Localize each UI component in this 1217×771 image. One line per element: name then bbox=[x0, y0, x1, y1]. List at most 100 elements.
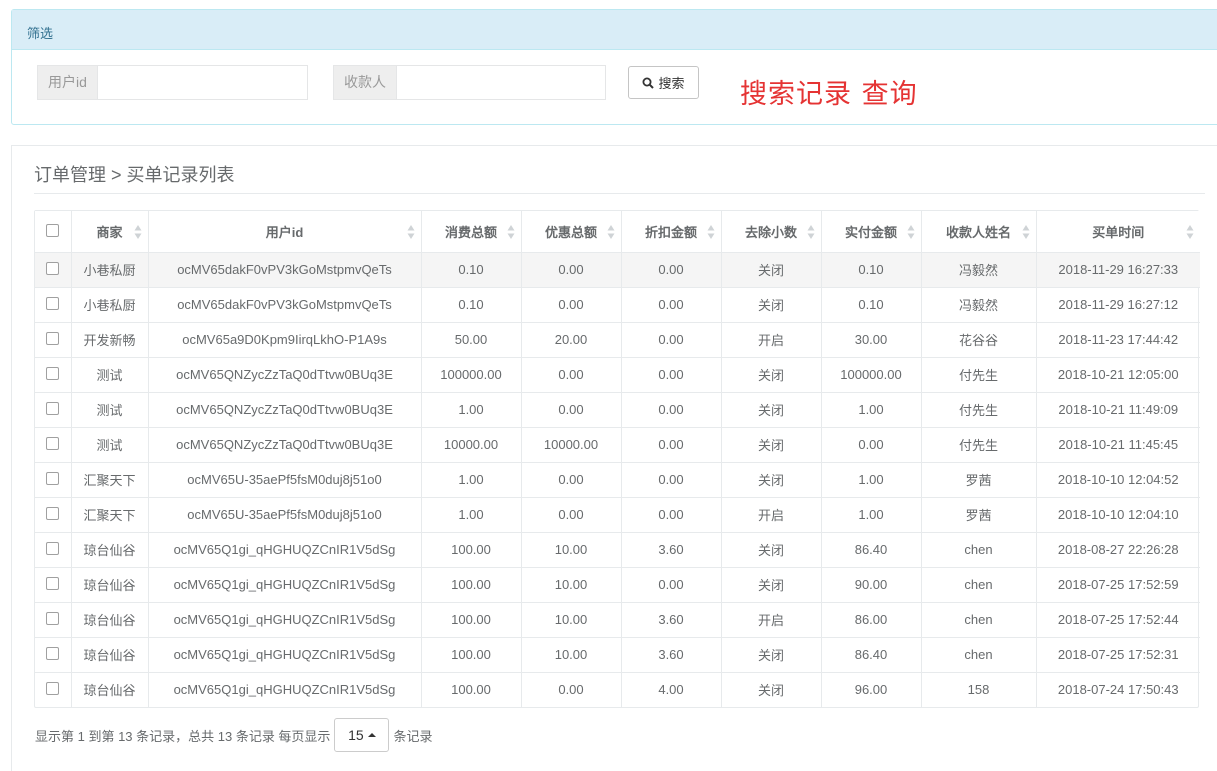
row-checkbox[interactable] bbox=[46, 647, 60, 661]
table-cell: 关闭 bbox=[721, 426, 822, 462]
table-row[interactable]: 汇聚天下 ocMV65U-35aePf5fsM0duj8j51o0 1.00 0.00… bbox=[35, 461, 1200, 497]
table-cell: 测试 bbox=[71, 356, 149, 392]
table-cell: 0.00 bbox=[621, 566, 722, 602]
table-cell: 0.10 bbox=[421, 251, 522, 287]
user-id-input[interactable] bbox=[96, 65, 308, 100]
search-icon bbox=[642, 77, 655, 89]
row-checkbox[interactable] bbox=[46, 332, 60, 346]
row-checkbox[interactable] bbox=[46, 507, 60, 521]
table-cell: 2018-07-25 17:52:31 bbox=[1036, 636, 1200, 672]
table-cell: 2018-07-24 17:50:43 bbox=[1036, 671, 1200, 707]
table-cell: 小巷私厨 bbox=[71, 251, 149, 287]
table-cell: 0.00 bbox=[521, 391, 622, 427]
table-cell: 0.00 bbox=[621, 426, 722, 462]
table-cell: 开启 bbox=[721, 496, 822, 532]
row-checkbox[interactable] bbox=[46, 437, 60, 451]
table-cell: 100000.00 bbox=[821, 356, 922, 392]
table-cell: 关闭 bbox=[721, 391, 822, 427]
table-row[interactable]: 小巷私厨 ocMV65dakF0vPV3kGoMstpmvQeTs 0.10 0.00… bbox=[35, 286, 1200, 322]
user-id-filter: 用户id bbox=[37, 65, 308, 100]
pagination: 显示第 1 到第 13 条记录，总共 13 条记录 每页显示 15 条记录 bbox=[35, 718, 432, 752]
table-cell: 30.00 bbox=[821, 321, 922, 357]
table-cell: 20.00 bbox=[521, 321, 622, 357]
table-cell: 0.10 bbox=[421, 286, 522, 322]
select-all-checkbox[interactable] bbox=[46, 223, 60, 237]
table-cell: 10.00 bbox=[521, 601, 622, 637]
table-row[interactable]: 小巷私厨 ocMV65dakF0vPV3kGoMstpmvQeTs 0.10 0.00… bbox=[35, 251, 1200, 287]
row-select-cell bbox=[35, 566, 72, 602]
table-cell: 开启 bbox=[721, 601, 822, 637]
column-header[interactable]: 用户id bbox=[148, 211, 422, 253]
page-size-dropdown[interactable]: 15 bbox=[334, 718, 390, 752]
table-cell: ocMV65dakF0vPV3kGoMstpmvQeTs bbox=[148, 286, 422, 322]
row-checkbox[interactable] bbox=[46, 577, 60, 591]
column-header[interactable]: 优惠总额 bbox=[521, 211, 622, 253]
table-row[interactable]: 琼台仙谷 ocMV65Q1gi_qHGHUQZCnIR1V5dSg 100.00 10… bbox=[35, 636, 1200, 672]
table-row[interactable]: 测试 ocMV65QNZycZzTaQ0dTtvw0BUq3E 1.00 0.00 0.… bbox=[35, 391, 1200, 427]
table-cell: 2018-10-21 12:05:00 bbox=[1036, 356, 1200, 392]
column-header[interactable]: 实付金额 bbox=[821, 211, 922, 253]
table-cell: chen bbox=[921, 531, 1037, 567]
row-checkbox[interactable] bbox=[46, 367, 60, 381]
row-checkbox[interactable] bbox=[46, 402, 60, 416]
breadcrumb: 订单管理 > 买单记录列表 bbox=[34, 165, 235, 185]
row-select-cell bbox=[35, 496, 72, 532]
row-checkbox[interactable] bbox=[46, 297, 60, 311]
column-header[interactable]: 商家 bbox=[71, 211, 149, 253]
row-select-cell bbox=[35, 286, 72, 322]
table-cell: 2018-10-10 12:04:52 bbox=[1036, 461, 1200, 497]
column-header[interactable]: 消费总额 bbox=[421, 211, 522, 253]
table-row[interactable]: 测试 ocMV65QNZycZzTaQ0dTtvw0BUq3E 100000.00 0… bbox=[35, 356, 1200, 392]
table-cell: 100000.00 bbox=[421, 356, 522, 392]
table-cell: 冯毅然 bbox=[921, 286, 1037, 322]
table-cell: 关闭 bbox=[721, 356, 822, 392]
payee-input[interactable] bbox=[396, 65, 606, 100]
column-header-label: 商家 bbox=[96, 224, 123, 240]
filter-panel: 筛选 用户id 收款人 搜索 搜索记录 查询 bbox=[11, 9, 1217, 125]
sort-icon bbox=[134, 224, 142, 240]
table-header: 商家 用户id 消费总额 优惠总额 折扣金额 去除小数 实付金额 收款人姓名 买单时间 bbox=[35, 211, 1200, 253]
table-row[interactable]: 测试 ocMV65QNZycZzTaQ0dTtvw0BUq3E 10000.00 10… bbox=[35, 426, 1200, 462]
table-cell: 0.00 bbox=[621, 496, 722, 532]
table-row[interactable]: 琼台仙谷 ocMV65Q1gi_qHGHUQZCnIR1V5dSg 100.00 0.… bbox=[35, 671, 1200, 707]
table-row[interactable]: 开发新畅 ocMV65a9D0Kpm9IirqLkhO-P1A9s 50.00 20.… bbox=[35, 321, 1200, 357]
table-row[interactable]: 汇聚天下 ocMV65U-35aePf5fsM0duj8j51o0 1.00 0.00… bbox=[35, 496, 1200, 532]
row-checkbox[interactable] bbox=[46, 472, 60, 486]
table-cell: 关闭 bbox=[721, 531, 822, 567]
table-row[interactable]: 琼台仙谷 ocMV65Q1gi_qHGHUQZCnIR1V5dSg 100.00 10… bbox=[35, 531, 1200, 567]
table-cell: 0.00 bbox=[621, 286, 722, 322]
sort-icon bbox=[907, 224, 915, 240]
table-cell: ocMV65Q1gi_qHGHUQZCnIR1V5dSg bbox=[148, 531, 422, 567]
column-header-label: 优惠总额 bbox=[544, 224, 597, 240]
table-cell: 1.00 bbox=[821, 496, 922, 532]
column-header[interactable]: 折扣金额 bbox=[621, 211, 722, 253]
table-cell: 罗茜 bbox=[921, 496, 1037, 532]
row-checkbox[interactable] bbox=[46, 542, 60, 556]
table-cell: 86.00 bbox=[821, 601, 922, 637]
divider bbox=[34, 193, 1205, 194]
column-header-label: 消费总额 bbox=[444, 224, 497, 240]
column-header[interactable]: 买单时间 bbox=[1036, 211, 1200, 253]
table-cell: 3.60 bbox=[621, 601, 722, 637]
table-cell: 0.00 bbox=[521, 461, 622, 497]
table-row[interactable]: 琼台仙谷 ocMV65Q1gi_qHGHUQZCnIR1V5dSg 100.00 10… bbox=[35, 566, 1200, 602]
table-cell: ocMV65U-35aePf5fsM0duj8j51o0 bbox=[148, 461, 422, 497]
table-cell: 0.00 bbox=[621, 356, 722, 392]
table-cell: 90.00 bbox=[821, 566, 922, 602]
search-button[interactable]: 搜索 bbox=[628, 66, 699, 99]
table-cell: 花谷谷 bbox=[921, 321, 1037, 357]
table-body: 小巷私厨 ocMV65dakF0vPV3kGoMstpmvQeTs 0.10 0.00… bbox=[35, 251, 1200, 707]
column-header[interactable]: 收款人姓名 bbox=[921, 211, 1037, 253]
table-row[interactable]: 琼台仙谷 ocMV65Q1gi_qHGHUQZCnIR1V5dSg 100.00 10… bbox=[35, 601, 1200, 637]
row-checkbox[interactable] bbox=[46, 262, 60, 276]
table-cell: 关闭 bbox=[721, 566, 822, 602]
column-header[interactable]: 去除小数 bbox=[721, 211, 822, 253]
table-cell: chen bbox=[921, 601, 1037, 637]
sort-icon bbox=[707, 224, 715, 240]
row-checkbox[interactable] bbox=[46, 612, 60, 626]
sort-icon bbox=[607, 224, 615, 240]
table-cell: ocMV65U-35aePf5fsM0duj8j51o0 bbox=[148, 496, 422, 532]
payee-label: 收款人 bbox=[333, 65, 396, 100]
table-cell: 冯毅然 bbox=[921, 251, 1037, 287]
row-checkbox[interactable] bbox=[46, 682, 60, 696]
